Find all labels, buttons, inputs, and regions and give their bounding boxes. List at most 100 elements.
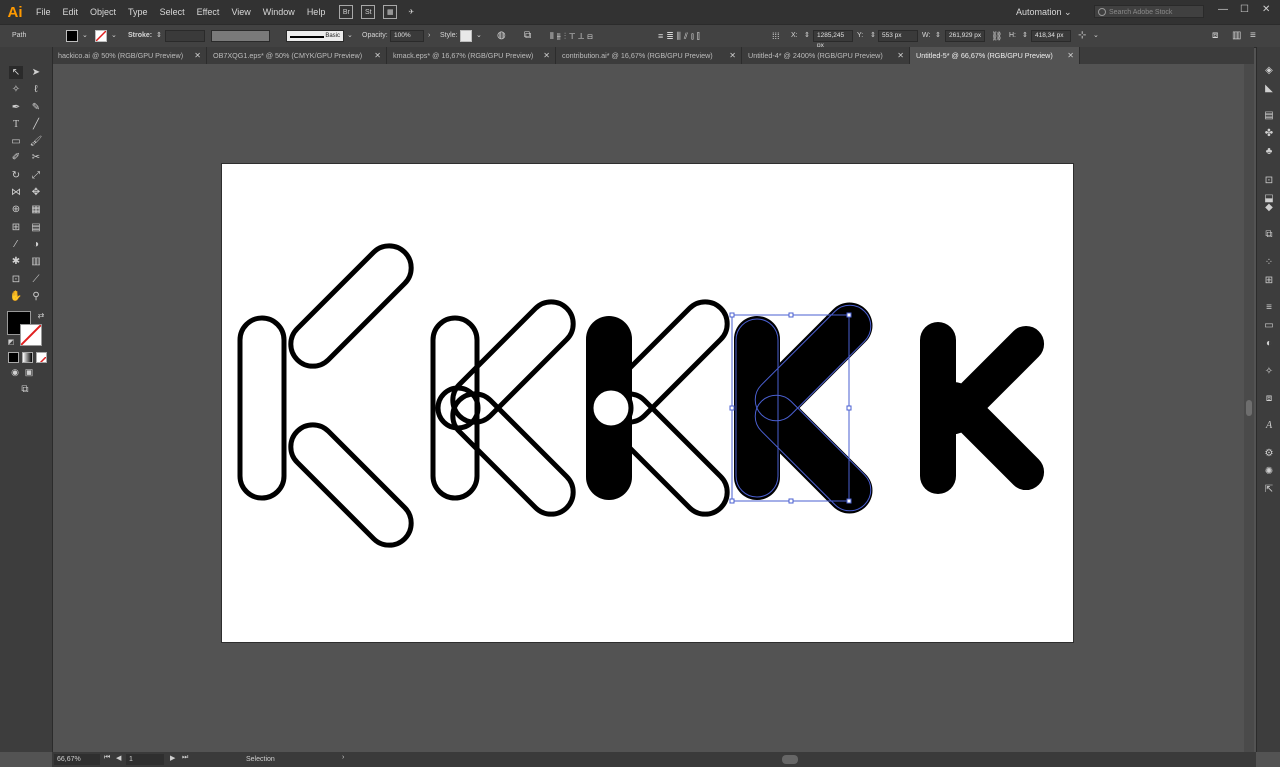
eyedropper-tool-icon[interactable]: ⁄	[9, 238, 23, 251]
workspace-switcher[interactable]: Automation ⌄	[1016, 0, 1072, 24]
minimize-icon[interactable]: —	[1218, 4, 1228, 15]
color-mode-icon[interactable]	[8, 352, 19, 363]
chevron-down-icon[interactable]: ⌄	[82, 25, 88, 47]
fill-swatch[interactable]	[66, 30, 78, 42]
lasso-tool-icon[interactable]: ℓ	[29, 83, 43, 96]
stroke-swatch[interactable]	[95, 30, 107, 42]
magic-wand-tool-icon[interactable]: ✧	[9, 83, 23, 96]
selection-tool-icon[interactable]: ↖	[9, 66, 23, 79]
menu-type[interactable]: Type	[122, 0, 154, 24]
bbox-handle[interactable]	[788, 498, 794, 504]
symbol-sprayer-tool-icon[interactable]: ✱	[9, 255, 23, 268]
recolor-artwork-icon[interactable]: ◍	[497, 25, 506, 47]
brushes-icon[interactable]: ✧	[1263, 365, 1275, 377]
align-buttons-icon[interactable]: ⫴⫵⫶⊤⊥⊟	[550, 25, 596, 47]
gpu-performance-icon[interactable]: ✈	[405, 6, 417, 18]
w-stepper-icon[interactable]: ⇕	[935, 25, 941, 47]
arrange-documents-icon[interactable]: ▦	[383, 5, 398, 19]
vertical-stem-outline[interactable]	[237, 315, 287, 501]
upper-arm-outline[interactable]	[282, 237, 421, 376]
bbox-handle[interactable]	[846, 312, 852, 318]
h-stepper-icon[interactable]: ⇕	[1022, 25, 1028, 47]
menu-help[interactable]: Help	[301, 0, 332, 24]
maximize-icon[interactable]: ☐	[1240, 4, 1249, 15]
stock-search-input[interactable]: Search Adobe Stock	[1094, 5, 1204, 18]
pathfinder-icon[interactable]: ✺	[1263, 465, 1275, 477]
w-field[interactable]: 261,929 px	[945, 30, 985, 42]
bbox-handle[interactable]	[729, 312, 735, 318]
width-tool-icon[interactable]: ⋈	[9, 186, 23, 199]
artboard-number-field[interactable]: 1	[126, 754, 164, 765]
paintbrush-tool-icon[interactable]: 🖌	[29, 135, 43, 148]
menu-window[interactable]: Window	[257, 0, 301, 24]
bbox-handle[interactable]	[729, 405, 735, 411]
libraries-icon[interactable]: ◣	[1263, 82, 1275, 94]
stroke-weight-field[interactable]	[165, 30, 205, 42]
status-menu-icon[interactable]: ›	[342, 754, 344, 761]
close-icon[interactable]: ✕	[1067, 47, 1074, 64]
mesh-tool-icon[interactable]: ⊞	[9, 221, 23, 234]
screen-mode-icon[interactable]: ⧉	[18, 383, 32, 396]
k-outline-exploded[interactable]	[237, 237, 421, 555]
draw-normal-icon[interactable]: ◉	[8, 366, 22, 379]
pen-tool-icon[interactable]: ✒	[9, 101, 23, 114]
menu-view[interactable]: View	[225, 0, 256, 24]
opacity-label[interactable]: Opacity:	[362, 25, 388, 47]
lower-arm-outline[interactable]	[282, 416, 421, 555]
k-partially-filled[interactable]	[586, 293, 736, 524]
color-panel-icon[interactable]: ▤	[1263, 109, 1275, 121]
rectangle-tool-icon[interactable]: ▭	[9, 135, 23, 148]
appearance-icon[interactable]: ⧈	[1263, 392, 1275, 404]
menu-object[interactable]: Object	[84, 0, 122, 24]
chevron-down-icon[interactable]: ⌄	[1093, 25, 1099, 47]
menu-select[interactable]: Select	[154, 0, 191, 24]
close-icon[interactable]: ✕	[729, 47, 736, 64]
perspective-grid-tool-icon[interactable]: ▦	[29, 203, 43, 216]
brush-definition[interactable]: Basic	[286, 30, 344, 42]
previous-artboard-icon[interactable]: ◀	[116, 754, 121, 762]
y-field[interactable]: 553 px	[878, 30, 918, 42]
chevron-right-icon[interactable]: ›	[428, 25, 430, 47]
upper-arm-outline[interactable]	[444, 293, 583, 432]
swatches-icon[interactable]: ♣	[1263, 145, 1275, 157]
bridge-icon[interactable]: Br	[339, 5, 354, 19]
draw-behind-icon[interactable]: ▣	[22, 366, 36, 379]
shaper-tool-icon[interactable]: ✐	[9, 151, 23, 164]
bbox-handle[interactable]	[729, 498, 735, 504]
swap-fill-stroke-icon[interactable]: ⇄	[34, 309, 48, 322]
close-window-icon[interactable]: ✕	[1262, 4, 1270, 15]
transparency-icon[interactable]: ◐	[1263, 337, 1275, 349]
bbox-handle[interactable]	[846, 498, 852, 504]
stroke-panel-icon[interactable]: ≡	[1263, 301, 1275, 313]
stock-icon[interactable]: St	[361, 5, 376, 19]
more-options-icon[interactable]: ≡	[1250, 25, 1256, 47]
tab-document[interactable]: Untitled-4* @ 2400% (RGB/GPU Preview) ✕	[742, 47, 910, 64]
chevron-down-icon[interactable]: ⌄	[476, 25, 482, 47]
artwork-canvas[interactable]	[222, 164, 1073, 642]
stroke-stepper-icon[interactable]: ⇕	[156, 25, 162, 47]
type-tool-icon[interactable]: T	[9, 118, 23, 131]
zoom-tool-icon[interactable]: ⚲	[29, 290, 43, 303]
h-field[interactable]: 418,34 px	[1031, 30, 1071, 42]
links-icon[interactable]: ⊞	[1263, 274, 1275, 286]
close-icon[interactable]: ✕	[374, 47, 381, 64]
y-stepper-icon[interactable]: ⇕	[870, 25, 876, 47]
slice-tool-icon[interactable]: ⟋	[29, 273, 43, 286]
tab-document-active[interactable]: Untitled-5* @ 66,67% (RGB/GPU Preview) ✕	[910, 47, 1080, 64]
hand-tool-icon[interactable]: ✋	[9, 290, 23, 303]
artboards-icon[interactable]: ⧉	[1263, 228, 1275, 240]
opacity-field[interactable]: 100%	[390, 30, 424, 42]
variable-width-profile[interactable]	[211, 30, 270, 42]
blend-tool-icon[interactable]: ◑	[29, 238, 43, 251]
x-stepper-icon[interactable]: ⇕	[804, 25, 810, 47]
panel-menu-icon[interactable]: ▥	[1232, 25, 1241, 47]
chevron-down-icon[interactable]: ⌄	[111, 25, 117, 47]
isolate-icon[interactable]: ⧈	[1212, 25, 1218, 47]
horizontal-scrollbar-thumb[interactable]	[782, 755, 798, 764]
bbox-handle[interactable]	[788, 312, 794, 318]
constrain-proportions-icon[interactable]: ⛓	[991, 25, 1002, 47]
symbols-icon[interactable]: ⁘	[1263, 256, 1275, 268]
chevron-down-icon[interactable]: ⌄	[347, 25, 353, 47]
direct-selection-tool-icon[interactable]: ➤	[29, 66, 43, 79]
gradient-tool-icon[interactable]: ▤	[29, 221, 43, 234]
